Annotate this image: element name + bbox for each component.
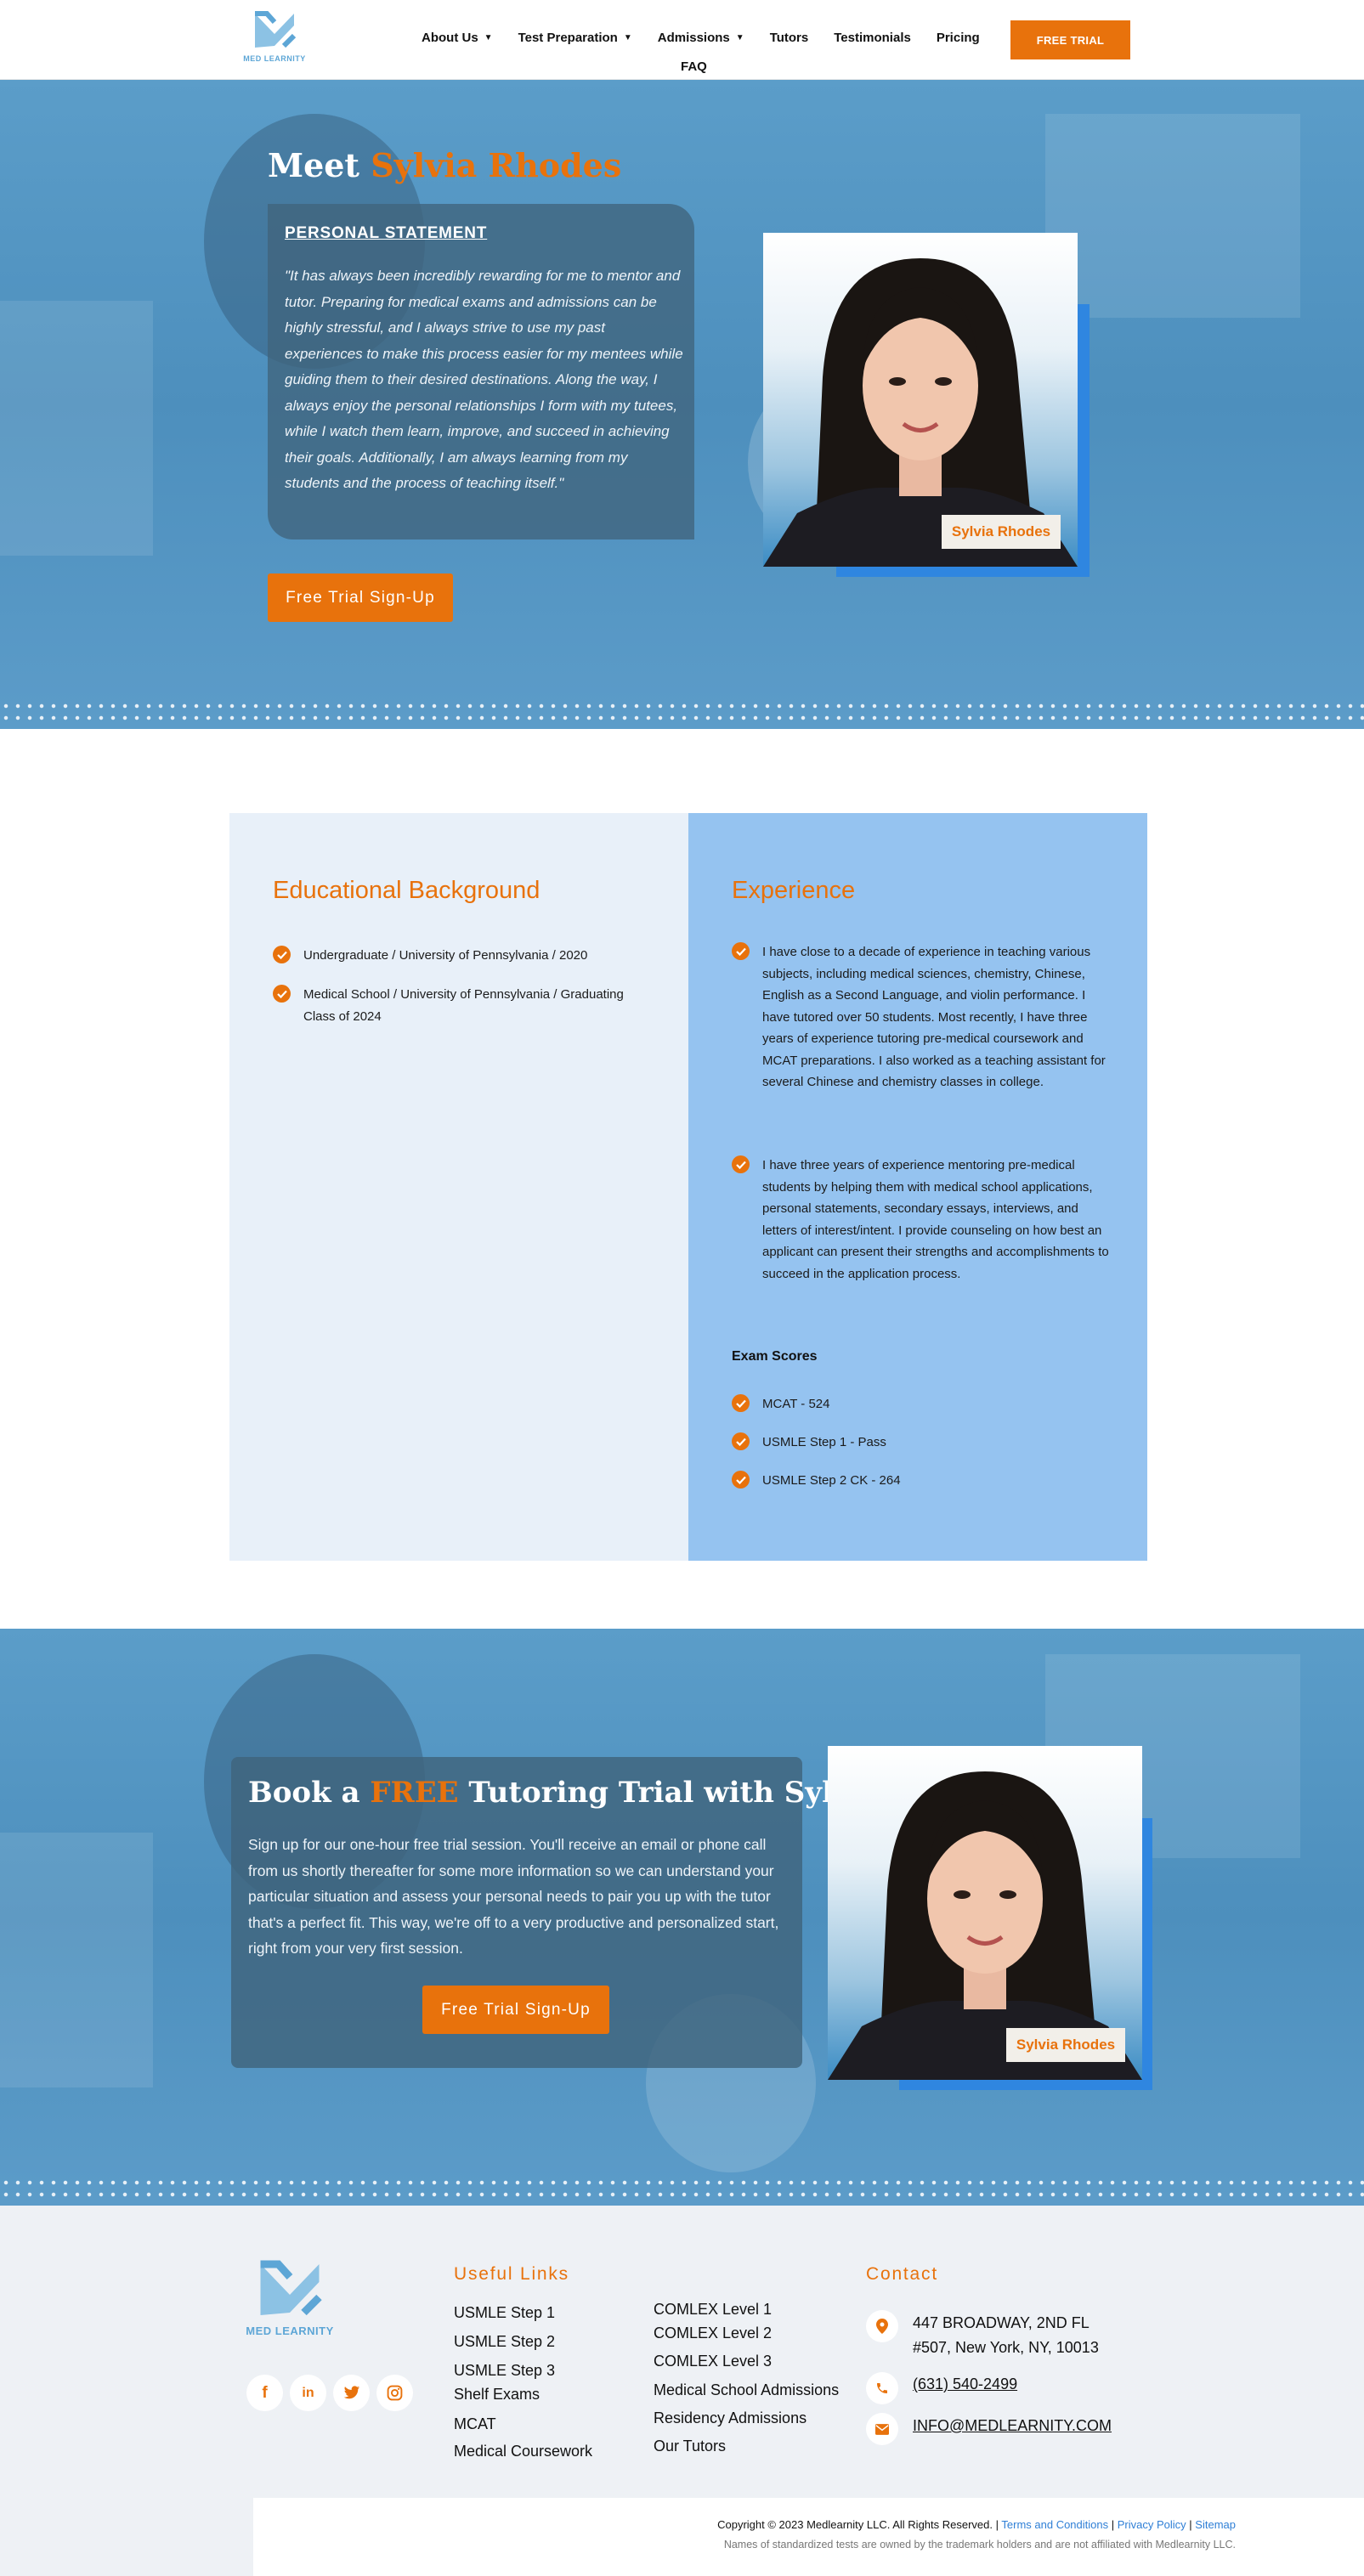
check-icon <box>732 942 750 960</box>
experience-heading: Experience <box>732 877 856 904</box>
education-item: Undergraduate / University of Pennsylvan… <box>303 948 588 963</box>
logo-mark-icon <box>255 11 297 48</box>
exam-scores-heading: Exam Scores <box>732 1349 818 1364</box>
logo-mark-icon <box>260 2260 322 2316</box>
footer-link[interactable]: Residency Admissions <box>654 2409 807 2427</box>
booking-title-suffix: Tutoring Trial with Sylvia <box>458 1776 880 1810</box>
privacy-link[interactable]: Privacy Policy <box>1118 2518 1186 2531</box>
booking-title-prefix: Book a <box>248 1776 371 1810</box>
hero-dots-divider <box>0 700 1364 726</box>
nav-about-us[interactable]: About Us ▼ <box>422 31 493 45</box>
phone-link[interactable]: (631) 540-2499 <box>913 2372 1017 2397</box>
footer-link[interactable]: COMLEX Level 3 <box>654 2353 772 2370</box>
experience-item: I have close to a decade of experience i… <box>762 945 1106 1089</box>
address-line-2: #507, New York, NY, 10013 <box>913 2339 1099 2356</box>
booking-tutor-photo: Sylvia Rhodes <box>828 1746 1152 2090</box>
exam-score-item: USMLE Step 1 - Pass <box>762 1435 886 1449</box>
nav-pricing[interactable]: Pricing <box>937 31 980 45</box>
booking-description: Sign up for our one-hour free trial sess… <box>248 1836 779 1957</box>
nav-admissions[interactable]: Admissions ▼ <box>658 31 744 45</box>
phone-icon <box>866 2372 898 2404</box>
exam-score-item: USMLE Step 2 CK - 264 <box>762 1473 901 1488</box>
nav-about-us-label: About Us <box>422 31 478 45</box>
hero-background-window <box>0 301 153 556</box>
experience-item: I have three years of experience mentori… <box>762 1158 1109 1281</box>
contact-heading: Contact <box>866 2264 938 2284</box>
tutor-name-tag: Sylvia Rhodes <box>1006 2028 1125 2062</box>
nav-test-preparation-label: Test Preparation <box>518 31 618 45</box>
hero-tutor-photo: Sylvia Rhodes <box>763 233 1090 577</box>
logo-text: MED LEARNITY <box>243 54 306 63</box>
booking-dots-divider <box>0 2177 1364 2202</box>
nav-testimonials-label: Testimonials <box>834 31 911 45</box>
footer-link[interactable]: Shelf Exams <box>454 2386 540 2404</box>
tutor-name-tag: Sylvia Rhodes <box>942 515 1061 549</box>
sitemap-link[interactable]: Sitemap <box>1195 2518 1236 2531</box>
footer-link[interactable]: Medical Coursework <box>454 2443 592 2460</box>
check-icon <box>732 1394 750 1412</box>
hero-free-trial-signup-button[interactable]: Free Trial Sign-Up <box>268 573 453 622</box>
separator: | <box>1111 2518 1118 2531</box>
facebook-icon[interactable]: f <box>246 2375 283 2411</box>
useful-links-heading: Useful Links <box>454 2264 569 2284</box>
exam-score-item: MCAT - 524 <box>762 1397 830 1411</box>
logo-text: MED LEARNITY <box>246 2325 334 2337</box>
check-icon <box>273 946 291 963</box>
nav-faq[interactable]: FAQ <box>681 59 707 74</box>
nav-pricing-label: Pricing <box>936 31 980 45</box>
envelope-icon <box>866 2413 898 2445</box>
site-logo[interactable]: MED LEARNITY <box>241 8 308 63</box>
check-icon <box>732 1155 750 1173</box>
copyright-bar: Copyright © 2023 Medlearnity LLC. All Ri… <box>253 2498 1364 2576</box>
linkedin-icon[interactable]: in <box>290 2375 326 2411</box>
booking-free-trial-signup-button[interactable]: Free Trial Sign-Up <box>422 1986 609 2034</box>
hero-title-prefix: Meet <box>268 146 371 184</box>
instagram-icon[interactable] <box>376 2375 413 2411</box>
address-line-1: 447 BROADWAY, 2ND FL <box>913 2314 1090 2331</box>
check-icon <box>273 985 291 1003</box>
check-icon <box>732 1432 750 1450</box>
site-header: MED LEARNITY About Us ▼ Test Preparation ▼… <box>0 0 1364 80</box>
free-trial-button[interactable]: FREE TRIAL <box>1010 20 1130 59</box>
hero-title-name: Sylvia Rhodes <box>371 146 622 184</box>
copyright-text: Copyright © 2023 Medlearnity LLC. All Ri… <box>717 2518 993 2531</box>
personal-statement-text: "It has always been incredibly rewarding… <box>285 268 683 491</box>
chevron-down-icon: ▼ <box>735 33 744 42</box>
booking-title-accent: FREE <box>370 1776 459 1810</box>
footer-link[interactable]: MCAT <box>454 2415 496 2433</box>
booking-title: Book a FREE Tutoring Trial with Sylvia <box>248 1776 880 1810</box>
booking-background-window <box>0 1833 153 2087</box>
email-link[interactable]: INFO@MEDLEARNITY.COM <box>913 2414 1112 2438</box>
footer-logo[interactable]: MED LEARNITY <box>241 2257 338 2337</box>
footer-link[interactable]: COMLEX Level 2 <box>654 2325 772 2342</box>
twitter-icon[interactable] <box>333 2375 370 2411</box>
hero-title: Meet Sylvia Rhodes <box>268 146 621 184</box>
trademark-disclaimer: Names of standardized tests are owned by… <box>723 2539 1236 2551</box>
location-pin-icon <box>866 2310 898 2342</box>
footer-link[interactable]: USMLE Step 2 <box>454 2333 555 2351</box>
personal-statement-card: PERSONAL STATEMENT "It has always been i… <box>268 204 694 539</box>
education-panel <box>229 813 688 1561</box>
footer-link[interactable]: Medical School Admissions <box>654 2381 839 2399</box>
chevron-down-icon: ▼ <box>623 33 632 42</box>
chevron-down-icon: ▼ <box>484 33 493 42</box>
footer-link[interactable]: Our Tutors <box>654 2438 726 2455</box>
education-item: Medical School / University of Pennsylva… <box>303 987 624 1024</box>
nav-admissions-label: Admissions <box>657 31 730 45</box>
nav-testimonials[interactable]: Testimonials <box>834 31 911 45</box>
terms-link[interactable]: Terms and Conditions <box>1001 2518 1108 2531</box>
copyright-line: Copyright © 2023 Medlearnity LLC. All Ri… <box>253 2518 1236 2531</box>
main-nav: About Us ▼ Test Preparation ▼ Admissions ▼ … <box>422 31 980 45</box>
nav-tutors[interactable]: Tutors <box>770 31 809 45</box>
check-icon <box>732 1471 750 1489</box>
education-heading: Educational Background <box>273 877 541 904</box>
nav-tutors-label: Tutors <box>769 31 809 45</box>
nav-test-preparation[interactable]: Test Preparation ▼ <box>518 31 632 45</box>
personal-statement-label: PERSONAL STATEMENT <box>285 224 488 242</box>
footer-link[interactable]: COMLEX Level 1 <box>654 2301 772 2319</box>
footer-link[interactable]: USMLE Step 1 <box>454 2304 555 2322</box>
footer-link[interactable]: USMLE Step 3 <box>454 2362 555 2380</box>
